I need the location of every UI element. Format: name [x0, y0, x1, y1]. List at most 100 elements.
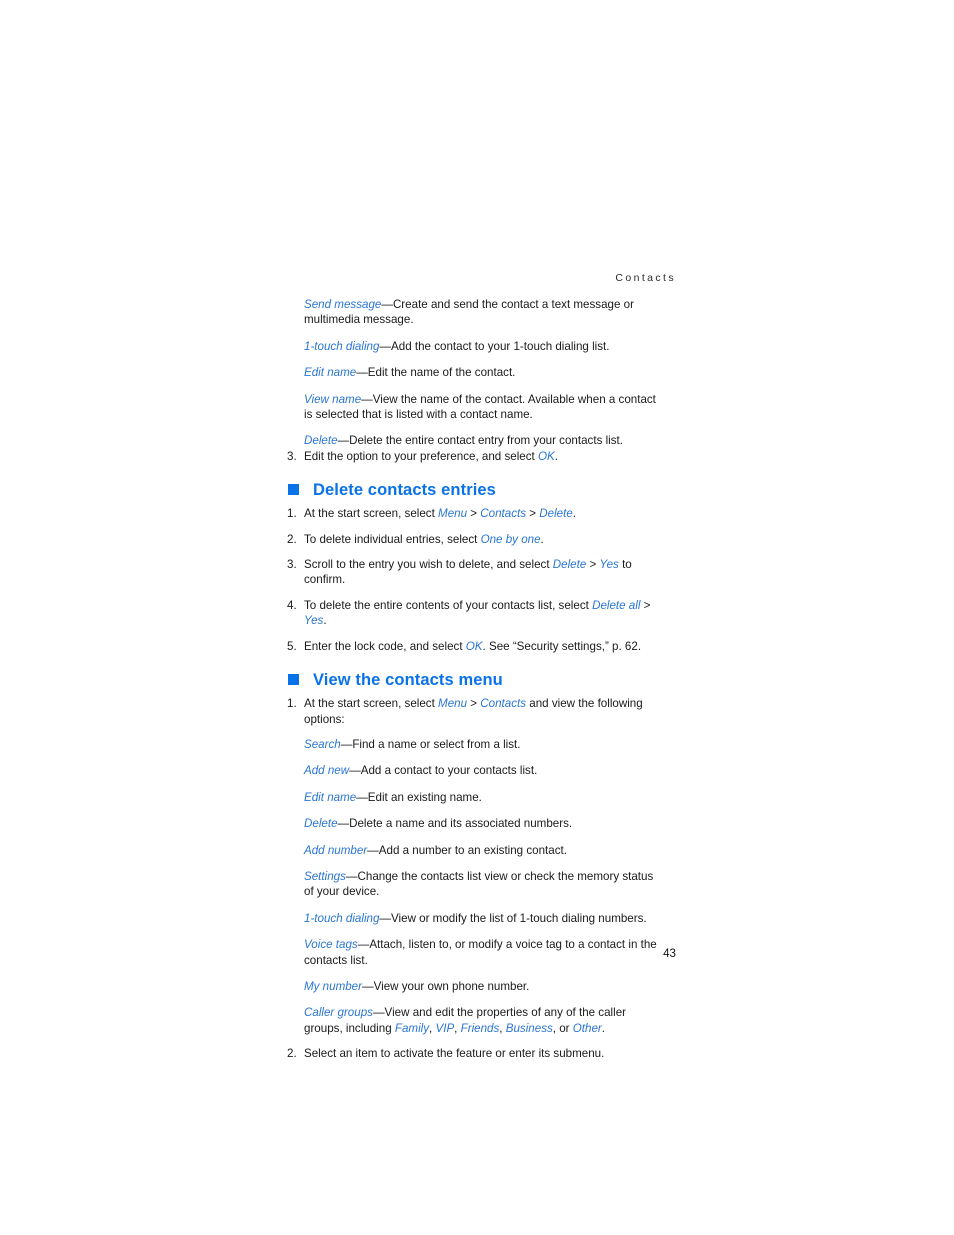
option-paragraph: Settings—Change the contacts list view o…: [304, 869, 659, 900]
option-paragraph: View name—View the name of the contact. …: [304, 392, 659, 423]
inline-term: Menu: [438, 507, 468, 521]
list-item-number: 1.: [287, 507, 297, 521]
option-description: View or modify the list of 1-touch diali…: [391, 911, 647, 925]
inline-separator: >: [467, 697, 481, 711]
option-term: Search: [304, 737, 341, 751]
option-dash: —: [367, 843, 379, 857]
option-term: Delete: [304, 817, 338, 831]
option-paragraph: Add new—Add a contact to your contacts l…: [304, 763, 659, 778]
option-paragraph: Edit name—Edit the name of the contact.: [304, 365, 659, 380]
numbered-list-delete-contacts: 1. At the start screen, select Menu > Con…: [287, 506, 659, 654]
option-term: Delete: [304, 434, 338, 448]
option-description: Add a contact to your contacts list.: [360, 764, 538, 778]
list-item: 3. Edit the option to your preference, an…: [287, 449, 659, 464]
numbered-list-view-contacts: 1. At the start screen, select Menu > Con…: [287, 696, 659, 1062]
document-page: Contacts Send message—Create and send th…: [0, 0, 954, 1235]
inline-separator: >: [640, 598, 651, 612]
option-term: Voice tags: [304, 938, 358, 952]
section-heading-label: Delete contacts entries: [313, 481, 496, 500]
list-item-number: 4.: [287, 598, 297, 612]
inline-term: Contacts: [480, 507, 527, 521]
option-dash: —: [337, 434, 350, 448]
list-item-number: 1.: [287, 697, 297, 711]
list-item-text-pre: To delete the entire contents of your co…: [304, 598, 593, 612]
caller-group-name: Family: [394, 1021, 430, 1035]
list-item-text-post: .: [323, 614, 327, 628]
list-item: 5. Enter the lock code, and select OK. Se…: [287, 639, 659, 654]
option-dash: —: [345, 869, 358, 883]
list-item-text-pre: At the start screen, select: [304, 697, 439, 711]
list-item-text-post: .: [540, 532, 544, 546]
inline-separator: >: [526, 507, 540, 521]
inline-term: Delete: [539, 507, 573, 521]
list-item-number: 3.: [287, 449, 297, 463]
option-dash: —: [379, 339, 392, 353]
list-item-text-pre: Edit the option to your preference, and …: [304, 449, 538, 463]
option-paragraph: Send message—Create and send the contact…: [304, 297, 659, 328]
option-dash: —: [349, 764, 361, 778]
option-description: Edit the name of the contact.: [367, 366, 516, 380]
caller-group-name: Friends: [460, 1021, 500, 1035]
list-item-number: 5.: [287, 639, 297, 653]
list-item: 1. At the start screen, select Menu > Con…: [287, 696, 659, 1036]
option-paragraph: Edit name—Edit an existing name.: [304, 790, 659, 805]
option-paragraph-caller-groups: Caller groups—View and edit the properti…: [304, 1005, 659, 1036]
list-item: 1. At the start screen, select Menu > Con…: [287, 506, 659, 521]
option-paragraph: Add number—Add a number to an existing c…: [304, 843, 659, 858]
inline-term: OK: [465, 639, 483, 653]
list-item-number: 3.: [287, 558, 297, 572]
square-bullet-icon: [288, 674, 299, 686]
option-paragraph: My number—View your own phone number.: [304, 979, 659, 994]
option-dash: —: [379, 911, 392, 925]
option-dash: —: [337, 817, 350, 831]
option-paragraph: 1-touch dialing—Add the contact to your …: [304, 339, 659, 354]
inline-term: Delete all: [592, 598, 641, 612]
list-item-number: 2.: [287, 1047, 297, 1061]
option-term: Caller groups: [304, 1006, 373, 1020]
section-heading-delete-contacts-entries: Delete contacts entries: [287, 480, 659, 500]
option-description: View your own phone number.: [373, 979, 530, 993]
list-item-number: 2.: [287, 532, 297, 546]
inline-term: Menu: [438, 697, 468, 711]
option-dash: —: [340, 737, 353, 751]
option-term: 1-touch dialing: [304, 339, 380, 353]
list-item: 2. Select an item to activate the feature…: [287, 1046, 659, 1061]
option-term: Edit name: [304, 790, 357, 804]
option-dash: —: [372, 1006, 385, 1020]
options-continued-group: Send message—Create and send the contact…: [287, 297, 659, 449]
list-item-text-post: . See “Security settings,” p. 62.: [482, 639, 642, 653]
inline-term: OK: [537, 449, 555, 463]
inline-term: Yes: [304, 614, 324, 628]
inline-separator: >: [467, 507, 481, 521]
inline-term: Delete: [552, 558, 587, 572]
list-item-text-post: .: [572, 507, 576, 521]
option-dash: —: [356, 366, 368, 380]
option-dash: —: [381, 298, 393, 311]
option-term: Send message: [304, 298, 382, 311]
option-term: Edit name: [304, 366, 357, 380]
numbered-list-continued: 3. Edit the option to your preference, an…: [287, 449, 659, 464]
option-description: Delete the entire contact entry from you…: [349, 434, 623, 448]
section-heading-label: View the contacts menu: [313, 671, 503, 690]
list-item-text-post: .: [554, 449, 558, 463]
option-term: 1-touch dialing: [304, 911, 380, 925]
inline-separator: , or: [552, 1021, 573, 1035]
caller-group-name: Business: [505, 1021, 553, 1035]
list-item-text-pre: Enter the lock code, and select: [304, 639, 466, 653]
option-term: Add new: [304, 764, 350, 778]
option-paragraph: Search—Find a name or select from a list…: [304, 737, 659, 752]
list-item: 4. To delete the entire contents of your …: [287, 598, 659, 629]
option-dash: —: [361, 392, 373, 406]
option-description: Delete a name and its associated numbers…: [349, 817, 573, 831]
option-description-post: .: [601, 1021, 606, 1035]
option-paragraph: Delete—Delete the entire contact entry f…: [304, 433, 659, 448]
option-term: My number: [304, 979, 362, 993]
option-dash: —: [356, 790, 368, 804]
option-dash: —: [357, 938, 370, 952]
caller-group-name: Other: [572, 1021, 602, 1035]
list-item: 3. Scroll to the entry you wish to delete…: [287, 557, 659, 588]
option-dash: —: [362, 979, 374, 993]
list-item-text-pre: To delete individual entries, select: [304, 532, 481, 546]
inline-term: One by one: [480, 532, 541, 546]
